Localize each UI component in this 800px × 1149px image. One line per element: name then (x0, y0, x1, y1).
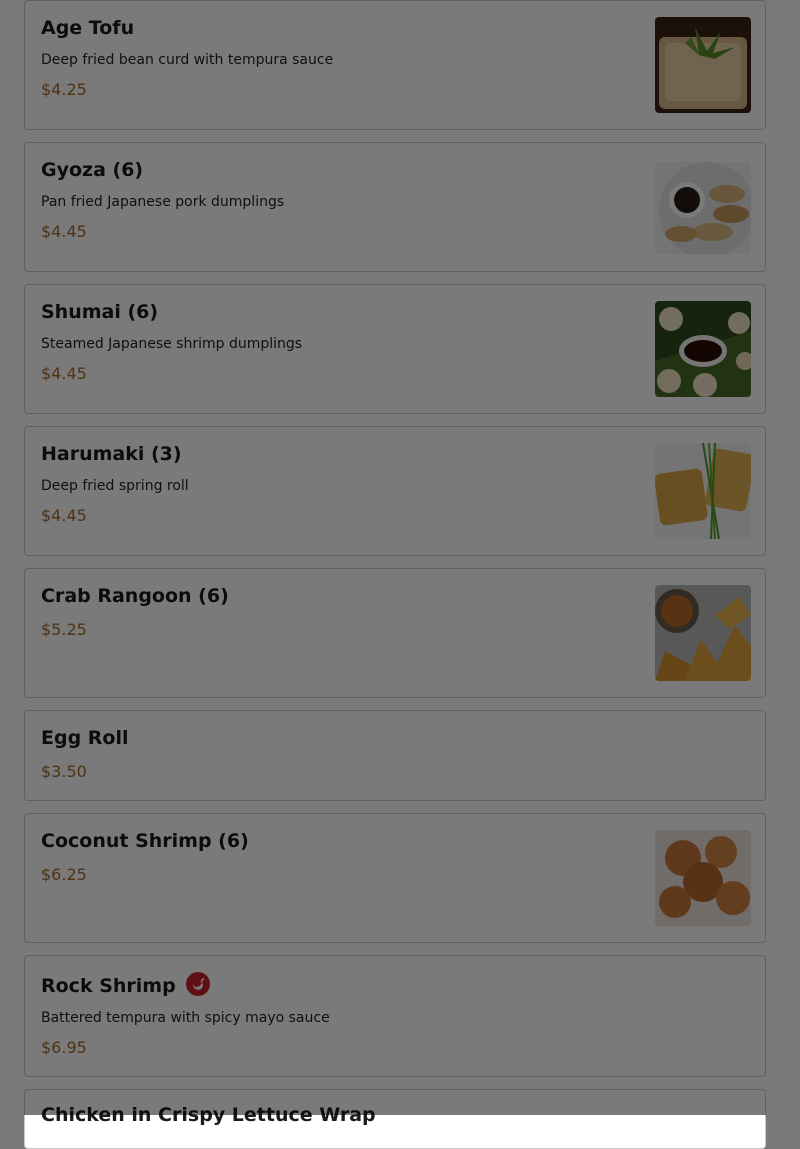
item-name: Shumai (6) (41, 301, 159, 323)
item-price: $5.25 (41, 620, 87, 639)
item-photo-harumaki[interactable] (655, 443, 751, 539)
item-price: $3.50 (41, 762, 87, 781)
menu-item-card[interactable]: Harumaki (3) Deep fried spring roll $4.4… (24, 426, 766, 556)
item-photo-gyoza[interactable] (655, 162, 751, 254)
menu-item-card[interactable]: Age Tofu Deep fried bean curd with tempu… (24, 0, 766, 130)
item-name: Harumaki (3) (41, 443, 182, 465)
item-price: $4.25 (41, 80, 87, 99)
item-photo-age-tofu[interactable] (655, 17, 751, 113)
item-description: Battered tempura with spicy mayo sauce (41, 1010, 330, 1026)
item-price: $6.95 (41, 1038, 87, 1057)
item-photo-crab-rangoon[interactable] (655, 585, 751, 681)
item-price: $6.25 (41, 865, 87, 884)
menu-item-card[interactable]: Crab Rangoon (6) $5.25 (24, 568, 766, 698)
item-name: Gyoza (6) (41, 159, 144, 181)
menu-item-card[interactable]: Rock Shrimp Battered tempura with spicy … (24, 955, 766, 1077)
menu-item-card[interactable]: Egg Roll $3.50 (24, 710, 766, 801)
item-name: Rock Shrimp (41, 975, 176, 997)
item-name: Chicken in Crispy Lettuce Wrap (41, 1104, 376, 1126)
item-name-row: Rock Shrimp (41, 972, 210, 997)
item-photo-shumai[interactable] (655, 301, 751, 397)
item-price: $4.45 (41, 222, 87, 241)
menu-item-card[interactable]: Shumai (6) Steamed Japanese shrimp dumpl… (24, 284, 766, 414)
item-price: $4.45 (41, 364, 87, 383)
item-price: $4.45 (41, 506, 87, 525)
item-description: Deep fried spring roll (41, 478, 189, 494)
item-description: Pan fried Japanese pork dumplings (41, 194, 285, 210)
item-name: Egg Roll (41, 727, 129, 749)
menu-item-card[interactable]: Gyoza (6) Pan fried Japanese pork dumpli… (24, 142, 766, 272)
item-description: Deep fried bean curd with tempura sauce (41, 52, 334, 68)
menu-item-card[interactable]: Coconut Shrimp (6) $6.25 (24, 813, 766, 943)
item-description: Steamed Japanese shrimp dumplings (41, 336, 303, 352)
item-name: Coconut Shrimp (6) (41, 830, 249, 852)
item-name: Crab Rangoon (6) (41, 585, 229, 607)
chili-pepper-icon (185, 972, 210, 996)
menu-page: Age Tofu Deep fried bean curd with tempu… (0, 0, 800, 1149)
item-photo-coconut-shrimp[interactable] (655, 830, 751, 926)
menu-item-card[interactable]: Chicken in Crispy Lettuce Wrap (24, 1089, 766, 1149)
item-name: Age Tofu (41, 17, 135, 39)
